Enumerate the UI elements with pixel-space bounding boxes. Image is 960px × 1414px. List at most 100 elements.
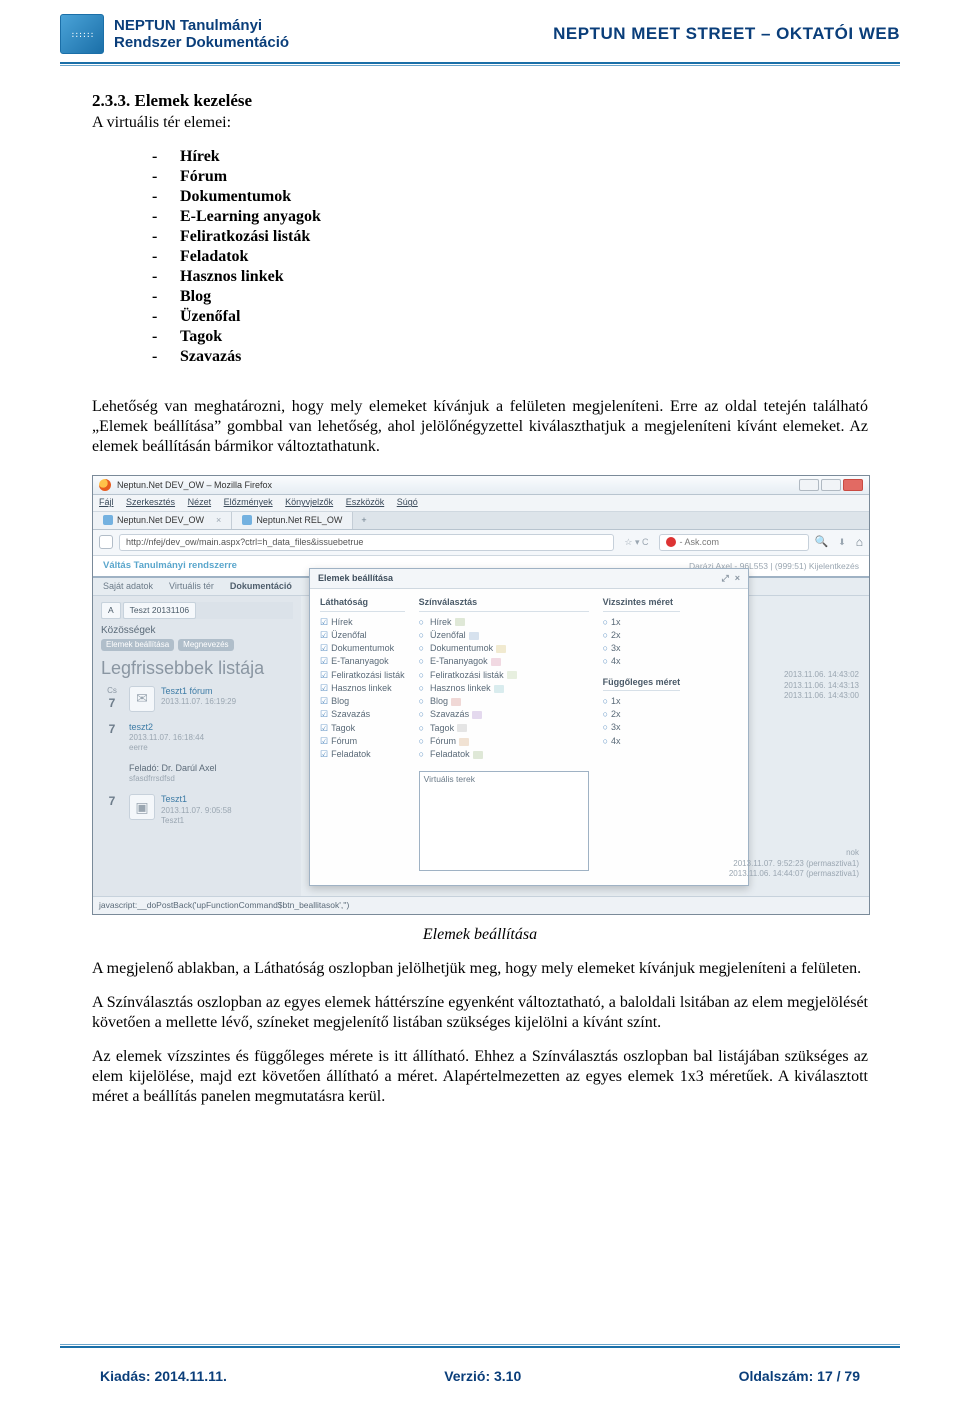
page-footer: Kiadás: 2014.11.11. Verzió: 3.10 Oldalsz… [0,1368,960,1384]
firefox-icon [99,479,111,491]
modal-title: Elemek beállítása [318,573,393,584]
color-option[interactable]: Fórum [419,735,589,748]
vt-tab[interactable]: Teszt 20131106 [123,602,196,619]
hsize-radio[interactable]: 2x [603,629,681,642]
footer-center: Verzió: 3.10 [227,1368,739,1384]
vis-checkbox[interactable]: Feliratkozási listák [320,669,405,682]
search-field[interactable]: - Ask.com [659,534,809,551]
feed-item[interactable]: 7 ▣ Teszt12013.11.07. 9:05:58Teszt1 [101,794,293,825]
bookmark-star-icon[interactable]: ☆ ▾ C [624,537,648,548]
color-option[interactable]: Hasznos linkek [419,682,589,695]
list-item: Szavazás [152,347,868,367]
vis-checkbox[interactable]: Dokumentumok [320,642,405,655]
subtab[interactable]: Saját adatok [103,581,153,592]
vsize-radio[interactable]: 4x [603,735,681,748]
modal-close-icon[interactable]: × [735,573,740,584]
color-option[interactable]: Hírek [419,616,589,629]
feed-title: Teszt1 [161,794,232,805]
minimize-button[interactable] [799,479,819,491]
feed-item[interactable]: 7 teszt22013.11.07. 16:18:44eerre [101,722,293,753]
hsize-radio[interactable]: 3x [603,642,681,655]
feed-subline: sfasdfrrsdfsd [129,774,217,784]
subtab[interactable]: Dokumentáció [230,581,292,592]
menu-item[interactable]: Nézet [188,497,212,507]
menu-item[interactable]: Fájl [99,497,114,507]
vis-checkbox[interactable]: E-Tananyagok [320,655,405,668]
list-item: Üzenőfal [152,307,868,327]
pill-row: Elemek beállítása Megnevezés [101,639,293,651]
hsize-radio[interactable]: 4x [603,655,681,668]
vis-checkbox[interactable]: Szavazás [320,708,405,721]
browser-tab[interactable]: Neptun.Net DEV_OW× [93,512,232,529]
address-field[interactable]: http://nfej/dev_ow/main.aspx?ctrl=h_data… [119,534,614,551]
download-icon[interactable]: ⬇ [838,537,846,548]
browser-tab[interactable]: Neptun.Net REL_OW [232,512,353,529]
list-item: Tagok [152,327,868,347]
feed-title: Teszt1 fórum [161,686,236,697]
vt-tab[interactable]: A [101,602,121,619]
visibility-column: Láthatóság Hírek Üzenőfal Dokumentumok E… [320,597,405,871]
list-item: Hasznos linkek [152,267,868,287]
switch-system-link[interactable]: Váltás Tanulmányi rendszerre [103,560,237,572]
feed-date: Cs7 [101,686,123,712]
vis-checkbox[interactable]: Tagok [320,722,405,735]
color-option[interactable]: Üzenőfal [419,629,589,642]
section-heading: 2.3.3. Elemek kezelése [92,90,868,111]
color-option[interactable]: E-Tananyagok [419,655,589,668]
naming-button[interactable]: Megnevezés [178,639,233,651]
feed-item[interactable]: Feladó: Dr. Darúl Axelsfasdfrrsdfsd [101,763,293,784]
menu-item[interactable]: Könyvjelzők [285,497,333,507]
color-option[interactable]: Tagok [419,722,589,735]
back-button[interactable] [99,535,113,549]
elements-settings-button[interactable]: Elemek beállítása [101,639,174,651]
color-option[interactable]: Feladatok [419,748,589,761]
modal-titlebar: Elemek beállítása ⤢ × [310,569,748,589]
list-item: E-Learning anyagok [152,207,868,227]
screenshot: Neptun.Net DEV_OW – Mozilla Firefox Fájl… [92,475,870,915]
color-column: Színválasztás Hírek Üzenőfal Dokumentumo… [419,597,589,871]
window-buttons [799,479,863,491]
modal-expand-icon[interactable]: ⤢ [722,573,729,584]
vis-checkbox[interactable]: Üzenőfal [320,629,405,642]
subtab[interactable]: Virtuális tér [169,581,214,592]
menu-item[interactable]: Előzmények [224,497,273,507]
hsize-radio[interactable]: 1x [603,616,681,629]
color-option[interactable]: Szavazás [419,708,589,721]
vsize-radio[interactable]: 3x [603,721,681,734]
feed-date: 7 [101,794,123,825]
color-option[interactable]: Feliratkozási listák [419,669,589,682]
vis-checkbox[interactable]: Fórum [320,735,405,748]
menu-item[interactable]: Szerkesztés [126,497,175,507]
close-button[interactable] [843,479,863,491]
vis-checkbox[interactable]: Feladatok [320,748,405,761]
paragraph-3: A Színválasztás oszlopban az egyes eleme… [92,993,868,1033]
col-heading: Láthatóság [320,597,405,611]
modal-body: Láthatóság Hírek Üzenőfal Dokumentumok E… [310,589,748,885]
home-icon[interactable]: ⌂ [856,535,863,550]
vis-checkbox[interactable]: Blog [320,695,405,708]
vis-checkbox[interactable]: Hírek [320,616,405,629]
vsize-radio[interactable]: 1x [603,695,681,708]
feed-item[interactable]: Cs7 ✉ Teszt1 fórum2013.11.07. 16:19:29 [101,686,293,712]
search-icon[interactable]: 🔍 [815,536,829,550]
tab-favicon [242,515,252,525]
search-engine-label: - Ask.com [680,537,720,548]
feed-title: Feladó: Dr. Darúl Axel [129,763,217,774]
menu-item[interactable]: Eszközök [346,497,385,507]
size-columns: Vizszintes méret 1x 2x 3x 4x Függőleges … [603,597,681,871]
color-option[interactable]: Dokumentumok [419,642,589,655]
vis-checkbox[interactable]: Hasznos linkek [320,682,405,695]
new-tab-button[interactable]: + [353,512,374,529]
header-left-line1: NEPTUN Tanulmányi [114,17,289,34]
maximize-button[interactable] [821,479,841,491]
browser-menubar: Fájl Szerkesztés Nézet Előzmények Könyvj… [93,495,869,511]
vsize-radio[interactable]: 2x [603,708,681,721]
list-item: Blog [152,287,868,307]
col-heading: Függőleges méret [603,677,681,691]
list-item: Feliratkozási listák [152,227,868,247]
menu-item[interactable]: Súgó [397,497,418,507]
feed-date [101,763,123,784]
tab-close-icon[interactable]: × [216,515,221,526]
section-intro: A virtuális tér elemei: [92,113,868,133]
color-option[interactable]: Blog [419,695,589,708]
